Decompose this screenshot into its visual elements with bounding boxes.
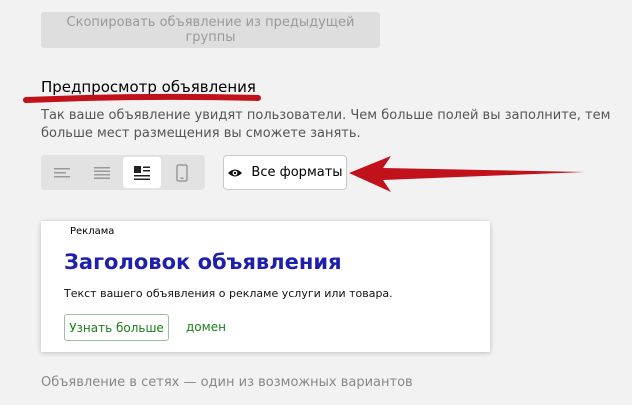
all-formats-button[interactable]: Все форматы bbox=[223, 155, 347, 190]
view-mode-switch bbox=[41, 155, 205, 190]
network-ad-footnote: Объявление в сетях — один из возможных в… bbox=[41, 375, 413, 390]
learn-more-button[interactable]: Узнать больше bbox=[64, 314, 169, 341]
ad-text: Текст вашего объявления о рекламе услуги… bbox=[64, 287, 393, 300]
ad-label: Реклама bbox=[70, 226, 115, 237]
copy-ad-button[interactable]: Скопировать объявление из предыдущей гру… bbox=[41, 12, 380, 48]
all-formats-label: Все форматы bbox=[251, 165, 343, 180]
ad-title[interactable]: Заголовок объявления bbox=[64, 250, 342, 274]
mobile-icon bbox=[176, 163, 188, 182]
text-list-icon bbox=[94, 166, 110, 179]
ad-preview-card: Реклама Заголовок объявления Текст вашег… bbox=[41, 221, 490, 352]
view-mobile[interactable] bbox=[163, 157, 201, 188]
text-lines-icon bbox=[54, 167, 70, 177]
image-text-icon bbox=[134, 165, 150, 180]
view-text-list[interactable] bbox=[83, 157, 121, 188]
red-arrow-annotation bbox=[349, 156, 585, 192]
view-image-text[interactable] bbox=[123, 157, 161, 188]
preview-description: Так ваше объявление увидят пользователи.… bbox=[41, 108, 611, 141]
eye-icon bbox=[228, 169, 243, 176]
ad-domain-link[interactable]: домен bbox=[186, 320, 226, 334]
red-underline-annotation bbox=[23, 93, 261, 103]
view-text-lines[interactable] bbox=[43, 157, 81, 188]
